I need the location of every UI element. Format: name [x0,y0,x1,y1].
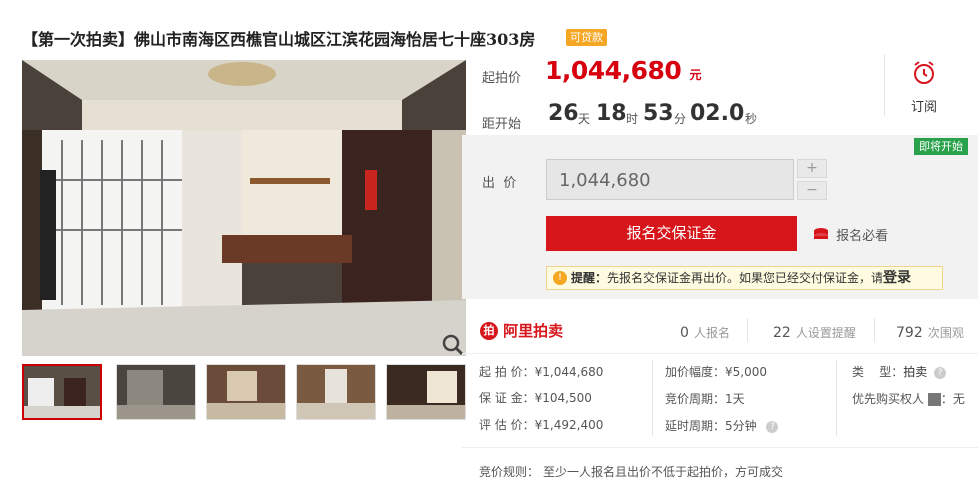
thumbnail[interactable] [116,364,196,420]
detail-label: 优先购买权人 [852,392,925,406]
login-link[interactable]: 登录 [883,270,911,286]
detail-value: 5分钟 [725,419,757,433]
countdown-days-unit: 天 [578,112,591,126]
detail-value: ¥1,492,400 [534,418,604,432]
divider [884,54,885,116]
detail-label: 延时周期： [665,419,726,433]
detail-label: 起 拍 价： [479,365,535,379]
must-read-link[interactable]: 报名必看 [813,224,888,244]
divider [874,318,875,342]
detail-deposit: 保 证 金：¥104,500 [479,389,592,406]
help-icon[interactable]: ? [934,366,947,379]
countdown-days: 26 [548,101,579,126]
tip-prefix: 提醒： [571,271,608,285]
thumbnail[interactable] [296,364,376,420]
detail-start-price: 起 拍 价：¥1,044,680 [479,363,603,380]
register-deposit-button[interactable]: 报名交保证金 [546,216,797,251]
countdown-label: 距开始 [482,117,522,132]
thumbnail-photo [297,365,375,419]
rule-text: 至少一人报名且出价不低于起拍价，方可成交 [543,465,784,479]
countdown-minutes-unit: 分 [674,112,687,126]
detail-label: 评 估 价： [479,418,535,432]
detail-label: 类 型： [852,365,904,379]
detail-value: 1天 [725,392,745,406]
detail-value: ¥5,000 [725,365,768,379]
start-price-number: 1,044,680 [545,56,682,85]
ali-auction-logo-icon: 拍 [480,321,498,340]
must-read-label: 报名必看 [836,229,889,244]
divider [462,447,978,448]
detail-delay-cycle: 延时周期：5分钟 ? [665,417,779,434]
decrease-bid-button[interactable]: − [797,181,827,200]
countdown-seconds-unit: 秒 [745,112,758,126]
bid-input[interactable]: 1,044,680 [546,159,794,200]
platform-name: 阿里拍卖 [503,322,564,340]
detail-label: 保 证 金： [479,391,535,405]
help-icon[interactable]: ? [766,420,779,433]
detail-value: ¥104,500 [534,391,592,405]
tip-text: 先报名交保证金再出价。如果您已经交付保证金，请 [607,271,884,285]
thumbnail-photo [24,366,100,418]
bid-label: 出 价 [482,176,517,191]
main-photo[interactable] [22,60,466,356]
stat-views: 792 次围观 [896,322,964,341]
thumbnail[interactable] [206,364,286,420]
detail-priority: 优先购买权人 ：无 [852,392,965,406]
thumbnail-photo [207,365,285,419]
platform-logo: 拍 阿里拍卖 [480,320,563,341]
status-badge: 即将开始 [914,138,968,155]
detail-label: 竞价周期： [665,392,726,406]
tip-banner: ! 提醒：先报名交保证金再出价。如果您已经交付保证金，请登录 [546,266,943,290]
detail-value: ¥1,044,680 [534,365,604,379]
divider [836,360,837,436]
subscribe-button[interactable]: 订阅 [902,60,946,115]
detail-bid-cycle: 竞价周期：1天 [665,390,745,407]
detail-type: 类 型：拍卖 ? [852,363,947,380]
detail-appraisal: 评 估 价：¥1,492,400 [479,416,603,433]
auction-page: { "listing": { "title": "【第一次拍卖】佛山市南海区西樵… [0,0,978,500]
alarm-clock-icon [914,61,934,84]
countdown-hours: 18 [596,101,627,126]
lightbulb-icon: ! [553,271,567,285]
detail-value: 无 [952,392,965,406]
detail-value: 拍卖 [903,365,928,379]
thumbnail[interactable] [22,364,102,420]
divider [747,318,748,342]
listing-title: 【第一次拍卖】佛山市南海区西樵官山城区江滨花园海怡居七十座303房 [22,30,536,49]
stat-reminders: 22 人设置提醒 [773,322,856,341]
start-price-value: 1,044,680 元 [545,56,701,85]
countdown-seconds: 02.0 [690,101,745,126]
start-price-label: 起拍价 [482,71,522,86]
loan-badge: 可贷款 [566,29,607,46]
detail-label: 加价幅度： [665,365,726,379]
thumbnail-photo [387,365,465,419]
stat-unit: 人设置提醒 [795,326,856,340]
coins-icon [814,227,828,239]
thumbnail-photo [117,365,195,419]
stat-value: 792 [896,325,923,341]
thumbnail[interactable] [386,364,466,420]
bid-rule: 竞价规则： 至少一人报名且出价不低于起拍价，方可成交 [479,463,783,480]
stat-value: 0 [680,325,689,341]
stat-registered: 0 人报名 [680,322,730,341]
increase-bid-button[interactable]: + [797,159,827,178]
detail-increment: 加价幅度：¥5,000 [665,363,767,380]
info-icon[interactable] [927,393,941,406]
divider [652,360,653,436]
stat-unit: 人报名 [694,326,731,340]
living-room-photo [22,60,466,356]
currency-unit: 元 [689,68,701,82]
countdown-hours-unit: 时 [626,112,639,126]
countdown-minutes: 53 [643,101,674,126]
stat-unit: 次围观 [927,326,964,340]
stat-value: 22 [773,325,791,341]
subscribe-label: 订阅 [910,100,937,115]
rule-label: 竞价规则： [479,465,540,479]
